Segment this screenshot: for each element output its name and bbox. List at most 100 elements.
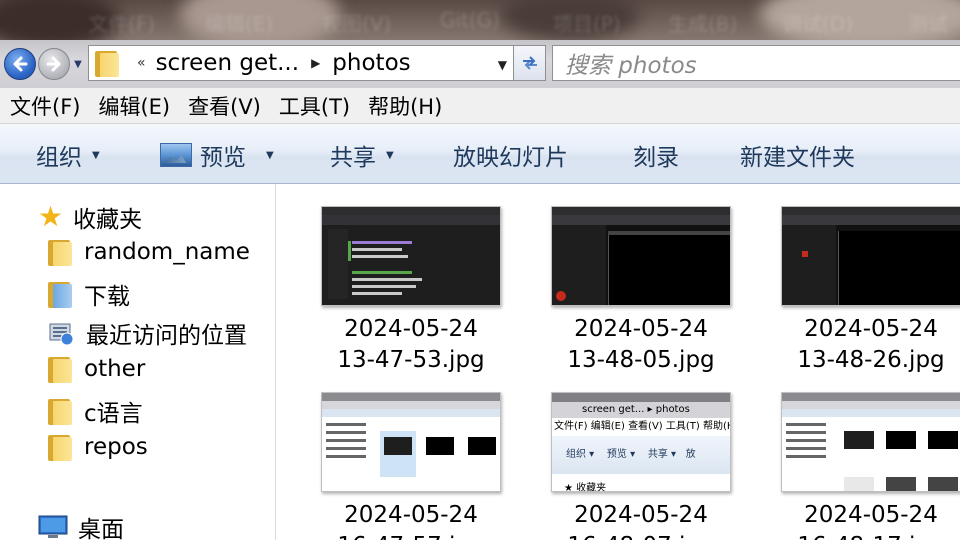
thumb5-fav: ★ 收藏夹 — [564, 483, 607, 492]
thumbnail-1[interactable] — [321, 206, 501, 306]
file-4-name[interactable]: 2024-05-24 16-47-57.jpg — [291, 500, 531, 540]
new-folder-label: 新建文件夹 — [740, 145, 855, 171]
thumb5-tb-3: 放 — [685, 449, 696, 460]
file-1-name[interactable]: 2024-05-24 13-47-53.jpg — [291, 314, 531, 376]
file-4-date: 2024-05-24 — [344, 502, 478, 528]
address-box[interactable]: « screen get... ▶ photos ▼ — [88, 45, 514, 81]
thumbnail-3[interactable] — [781, 206, 960, 306]
chevron-down-icon: ▼ — [92, 149, 100, 161]
thumb5-toolbar: 组织 ▾ 预览 ▾ 共享 ▾ 放 — [552, 436, 730, 474]
folder-icon — [48, 433, 72, 461]
refresh-icon — [522, 56, 537, 70]
folder-icon — [48, 238, 72, 266]
arrow-right-icon — [46, 56, 61, 72]
menu-bar: 文件(F) 编辑(E) 查看(V) 工具(T) 帮助(H) — [0, 88, 960, 124]
forward-button[interactable] — [38, 48, 70, 80]
download-folder-icon — [48, 280, 72, 308]
nav-item-label: 最近访问的位置 — [86, 323, 247, 349]
thumb5-menu-0: 文件(F) — [554, 421, 588, 432]
file-2-time: 13-48-05.jpg — [567, 347, 715, 373]
file-4-time: 16-47-57.jpg — [291, 531, 531, 540]
menu-tools[interactable]: 工具(T) — [271, 91, 358, 121]
burn-button[interactable]: 刻录 — [633, 138, 679, 172]
back-button[interactable] — [4, 48, 36, 80]
folder-icon — [48, 397, 72, 425]
thumbnail-5[interactable]: screen get... ▸ photos 文件(F) 编辑(E) 查看(V)… — [551, 392, 731, 492]
menu-view[interactable]: 查看(V) — [180, 91, 269, 121]
breadcrumb-screen-get[interactable]: screen get... — [156, 50, 299, 76]
nav-item-c-language[interactable]: c语言 — [48, 394, 143, 428]
menu-file[interactable]: 文件(F) — [2, 91, 88, 121]
file-3-name[interactable]: 2024-05-24 13-48-26.jpg — [751, 314, 960, 376]
nav-favorites-label: 收藏夹 — [73, 207, 143, 233]
background-window-strip: 文件(F) 编辑(E) 视图(V) Git(G) 项目(P) 生成(B) 调试(… — [0, 0, 960, 44]
search-input[interactable]: 搜索 photos — [552, 45, 960, 81]
refresh-button[interactable] — [514, 45, 546, 81]
file-6-name[interactable]: 2024-05-24 16-48-17.jpg — [751, 500, 960, 540]
file-6-date: 2024-05-24 — [804, 502, 938, 528]
desktop-icon — [38, 515, 68, 538]
thumb5-menu-3: 工具(T) — [665, 421, 700, 432]
burn-label: 刻录 — [633, 145, 679, 171]
breadcrumb-photos[interactable]: photos — [332, 50, 410, 76]
blur-menu-1: 文件(F) — [88, 12, 156, 36]
thumbnail-6[interactable] — [781, 392, 960, 492]
file-list: 2024-05-24 13-47-53.jpg 2024-05-24 13-48… — [277, 184, 960, 540]
thumb5-tb-0: 组织 ▾ — [566, 449, 595, 460]
folder-icon — [48, 355, 72, 383]
blur-menu-5: 项目(P) — [553, 12, 621, 36]
file-6-time: 16-48-17.jpg — [751, 531, 960, 540]
file-1-time: 13-47-53.jpg — [337, 347, 485, 373]
star-icon: ★ — [38, 200, 64, 233]
share-button[interactable]: 共享 ▼ — [330, 138, 394, 172]
thumbnail-4[interactable] — [321, 392, 501, 492]
arrow-left-icon — [13, 56, 28, 72]
nav-item-label: 下载 — [84, 284, 130, 310]
blur-menu-6: 生成(B) — [668, 12, 738, 36]
blur-menu-4: Git(G) — [440, 8, 500, 32]
organize-button[interactable]: 组织 ▼ — [36, 138, 100, 172]
blur-menu-7: 调试(D) — [782, 12, 854, 36]
file-1-date: 2024-05-24 — [344, 316, 478, 342]
file-3-date: 2024-05-24 — [804, 316, 938, 342]
slideshow-label: 放映幻灯片 — [453, 145, 568, 171]
nav-item-repos[interactable]: repos — [48, 433, 148, 461]
preview-button[interactable]: 预览 ▼ — [160, 138, 274, 172]
file-5-time: 16-48-07.jpg — [521, 531, 761, 540]
slideshow-button[interactable]: 放映幻灯片 — [453, 138, 568, 172]
menu-edit[interactable]: 编辑(E) — [90, 91, 178, 121]
recent-places-icon — [49, 323, 74, 346]
new-folder-button[interactable]: 新建文件夹 — [740, 138, 855, 172]
blur-menu-2: 编辑(E) — [205, 12, 274, 36]
nav-favorites[interactable]: ★ 收藏夹 — [38, 200, 142, 234]
preview-label: 预览 — [200, 145, 246, 171]
chevron-down-icon: ▼ — [266, 149, 274, 161]
search-placeholder: 搜索 photos — [565, 53, 697, 79]
picture-icon — [160, 143, 192, 167]
command-toolbar: 组织 ▼ 预览 ▼ 共享 ▼ 放映幻灯片 刻录 新建文件夹 — [0, 124, 960, 184]
navigation-pane: ★ 收藏夹 random_name 下载 最近访问的位置 other c语言 r… — [0, 184, 276, 540]
nav-item-label: c语言 — [84, 401, 143, 427]
nav-item-recent-places[interactable]: 最近访问的位置 — [48, 316, 247, 350]
blur-menu-3: 视图(V) — [322, 12, 392, 36]
address-bar-row: ▼ « screen get... ▶ photos ▼ 搜索 photos — [0, 40, 960, 88]
thumbnail-2[interactable] — [551, 206, 731, 306]
thumb5-tb-1: 预览 ▾ — [606, 449, 636, 460]
file-3-time: 13-48-26.jpg — [797, 347, 945, 373]
path-overflow-chevron[interactable]: « — [137, 55, 146, 71]
file-2-name[interactable]: 2024-05-24 13-48-05.jpg — [521, 314, 761, 376]
nav-item-random-name[interactable]: random_name — [48, 238, 250, 266]
nav-item-label: other — [84, 356, 146, 382]
nav-item-downloads[interactable]: 下载 — [48, 277, 130, 311]
nav-item-label: repos — [84, 434, 148, 460]
file-2-date: 2024-05-24 — [574, 316, 708, 342]
menu-help[interactable]: 帮助(H) — [360, 91, 450, 121]
address-history-dropdown[interactable]: ▼ — [498, 58, 507, 72]
nav-desktop[interactable]: 桌面 — [38, 510, 124, 540]
thumb5-menu: 文件(F) 编辑(E) 查看(V) 工具(T) 帮助(H — [554, 420, 730, 434]
recent-pages-dropdown[interactable]: ▼ — [72, 58, 84, 70]
breadcrumb-separator-icon[interactable]: ▶ — [311, 56, 320, 70]
nav-item-other[interactable]: other — [48, 355, 145, 383]
share-label: 共享 — [330, 145, 376, 171]
file-5-name[interactable]: 2024-05-24 16-48-07.jpg — [521, 500, 761, 540]
